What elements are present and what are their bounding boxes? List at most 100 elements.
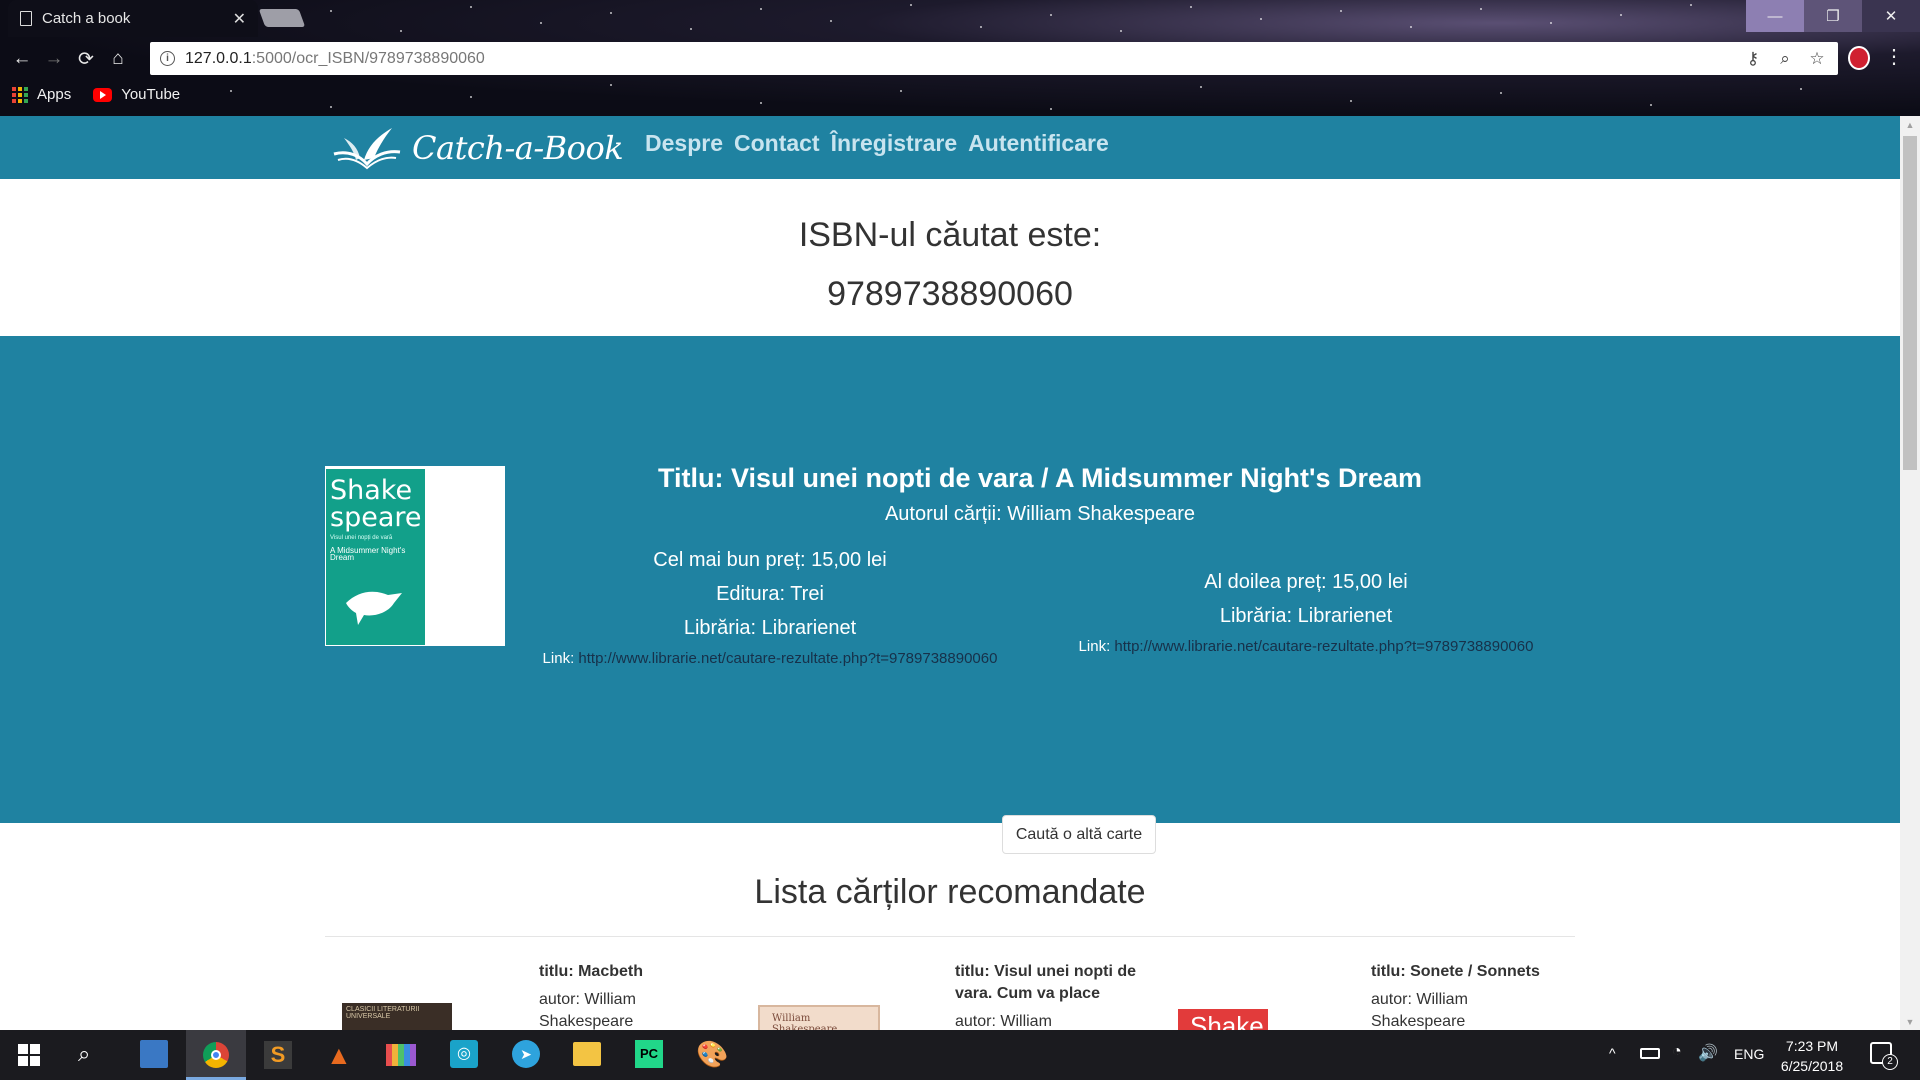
url-host: 127.0.0.1	[185, 49, 252, 67]
sublime-text-icon[interactable]: S	[264, 1041, 292, 1069]
cover-bird-icon	[346, 591, 402, 625]
cover-ro-title: Visul unei nopți de vară	[330, 535, 393, 541]
rec-cover-text: William Shakespeare	[772, 1013, 838, 1030]
home-icon[interactable]: ⌂	[102, 44, 134, 74]
book-title: Titlu: Visul unei nopti de vara / A Mids…	[657, 463, 1423, 493]
nav-link-autentificare[interactable]: Autentificare	[968, 130, 1109, 157]
divider	[325, 936, 1575, 937]
close-tab-icon[interactable]: ✕	[233, 9, 246, 29]
rec-book-cover[interactable]: CLASICII LITERATURII UNIVERSALE	[342, 1003, 452, 1030]
rec-cover-text: CLASICII LITERATURII UNIVERSALE	[346, 1006, 420, 1020]
window-close-icon[interactable]: ✕	[1862, 0, 1920, 32]
nav-link-despre[interactable]: Despre	[645, 130, 723, 157]
browser-menu-icon[interactable]: ⋮	[1884, 44, 1904, 69]
windows-start-icon[interactable]	[18, 1044, 40, 1066]
key-icon[interactable]: ⚷	[1742, 49, 1764, 69]
browser-tab-active[interactable]: Catch a book ✕	[8, 0, 258, 37]
back-arrow-icon[interactable]: ←	[6, 44, 38, 74]
scroll-up-icon[interactable]: ▲	[1900, 116, 1920, 133]
best-link-label: Link:	[542, 650, 575, 667]
paint-icon[interactable]: 🎨	[696, 1039, 728, 1070]
forward-arrow-icon[interactable]: →	[38, 44, 70, 74]
second-price: Al doilea preț: 15,00 lei	[1204, 571, 1408, 593]
recommended-heading: Lista cărților recomandate	[754, 873, 1146, 911]
extension-icon[interactable]	[1848, 46, 1870, 70]
search-again-button[interactable]: Caută o altă carte	[1002, 815, 1156, 854]
isbn-label: ISBN-ul căutat este:	[798, 216, 1102, 254]
best-offer-link[interactable]: http://www.librarie.net/cautare-rezultat…	[578, 650, 997, 667]
best-offer: Cel mai bun preț: 15,00 lei Editura: Tre…	[530, 543, 1010, 669]
best-publisher: Editura: Trei	[716, 583, 824, 605]
logo-text: Catch-a-Book	[412, 129, 624, 167]
app-icon-camera[interactable]: ◎	[450, 1040, 478, 1068]
taskbar-chrome[interactable]	[186, 1030, 246, 1080]
address-bar[interactable]: i 127.0.0.1:5000/ocr_ISBN/9789738890060 …	[150, 42, 1838, 75]
rec-cover-text: Shake	[1190, 1011, 1264, 1030]
taskbar: ⌕ S ▲ ◎ ➤ PC 🎨 ^ ◔ 🔊 ENG 7:23 PM 6/25/20…	[0, 1030, 1920, 1080]
task-view-icon[interactable]	[140, 1040, 168, 1068]
bird-book-icon	[333, 128, 401, 170]
site-info-icon[interactable]: i	[160, 51, 175, 66]
bookmark-label: YouTube	[121, 86, 181, 103]
url-text[interactable]: 127.0.0.1:5000/ocr_ISBN/9789738890060	[185, 50, 1732, 68]
bookmark-label: Apps	[37, 86, 72, 103]
matlab-icon[interactable]: ▲	[326, 1040, 352, 1071]
scrollbar-thumb[interactable]	[1903, 136, 1917, 470]
chrome-icon-center	[211, 1050, 221, 1060]
zoom-icon[interactable]: ⌕	[1774, 49, 1796, 69]
browser-toolbar: ← → ⟳ ⌂ i 127.0.0.1:5000/ocr_ISBN/978973…	[0, 42, 1920, 76]
url-path: :5000/ocr_ISBN/9789738890060	[251, 49, 485, 67]
pycharm-icon[interactable]: PC	[635, 1040, 663, 1068]
search-icon[interactable]: ⌕	[78, 1041, 90, 1067]
volume-icon[interactable]: 🔊	[1698, 1043, 1718, 1063]
second-offer-link[interactable]: http://www.librarie.net/cautare-rezultat…	[1114, 638, 1533, 655]
bookmark-apps[interactable]: Apps	[12, 86, 71, 103]
clock[interactable]: 7:23 PM 6/25/2018	[1770, 1036, 1854, 1076]
rec-title: titlu: Macbeth	[539, 963, 643, 980]
cover-en-title: A Midsummer Night's Dream	[330, 546, 406, 562]
wifi-icon[interactable]: ◔	[1672, 1043, 1682, 1061]
site-logo[interactable]: Catch-a-Book	[330, 124, 624, 172]
page-scrollbar[interactable]: ▲ ▼	[1900, 116, 1920, 1030]
app-icon-bars[interactable]	[386, 1044, 416, 1066]
scroll-down-icon[interactable]: ▼	[1900, 1013, 1920, 1030]
minimize-icon[interactable]: —	[1746, 0, 1804, 32]
site-navbar: Catch-a-Book Despre Contact Înregistrare…	[0, 116, 1900, 179]
page-icon	[20, 11, 32, 26]
book-result-section: Shake speare Visul unei nopți de vară A …	[0, 336, 1900, 854]
second-bookstore: Librăria: Librarienet	[1219, 605, 1393, 627]
file-explorer-icon[interactable]	[573, 1042, 601, 1066]
battery-icon[interactable]	[1640, 1048, 1660, 1059]
maximize-icon[interactable]: ❐	[1804, 0, 1862, 32]
nav-link-contact[interactable]: Contact	[734, 130, 820, 157]
youtube-icon	[93, 87, 113, 102]
isbn-header: ISBN-ul căutat este: 9789738890060	[0, 179, 1900, 336]
isbn-value: 9789738890060	[827, 275, 1073, 313]
second-link-row: Link: http://www.librarie.net/cautare-re…	[1066, 637, 1546, 657]
rec-author: autor: William Shakespeare	[1371, 991, 1468, 1030]
reload-icon[interactable]: ⟳	[70, 44, 102, 74]
rec-book-cover[interactable]: William Shakespeare	[758, 1005, 880, 1030]
best-link-row: Link: http://www.librarie.net/cautare-re…	[530, 649, 1010, 669]
second-link-label: Link:	[1078, 638, 1111, 655]
telegram-icon[interactable]: ➤	[512, 1040, 540, 1068]
new-tab-button[interactable]	[258, 9, 306, 27]
book-author: Autorul cărții: William Shakespeare	[884, 503, 1196, 525]
rec-card[interactable]: titlu: Sonete / Sonnets autor: William S…	[1371, 961, 1631, 1030]
best-bookstore: Librăria: Librarienet	[683, 617, 857, 639]
page-viewport: Catch-a-Book Despre Contact Înregistrare…	[0, 116, 1900, 1030]
language-indicator[interactable]: ENG	[1734, 1046, 1764, 1062]
tab-title: Catch a book	[42, 10, 131, 27]
rec-author: autor: William	[955, 1013, 1052, 1030]
nav-link-inregistrare[interactable]: Înregistrare	[831, 130, 958, 157]
rec-book-cover[interactable]: Shake	[1178, 1009, 1268, 1030]
bookmarks-bar: Apps YouTube	[12, 86, 180, 103]
bookmark-youtube[interactable]: YouTube	[93, 86, 180, 103]
rec-author: autor: William Shakespeare	[539, 991, 636, 1030]
rec-card[interactable]: titlu: Visul unei nopti de vara. Cum va …	[955, 961, 1155, 1030]
cover-art: Shake speare Visul unei nopți de vară A …	[326, 469, 425, 645]
rec-title: titlu: Sonete / Sonnets	[1371, 963, 1540, 980]
show-hidden-icons[interactable]: ^	[1609, 1045, 1616, 1061]
browser-chrome: Catch a book ✕ — ❐ ✕ ← → ⟳ ⌂ i 127.0.0.1…	[0, 0, 1920, 116]
bookmark-star-icon[interactable]: ☆	[1806, 49, 1828, 69]
